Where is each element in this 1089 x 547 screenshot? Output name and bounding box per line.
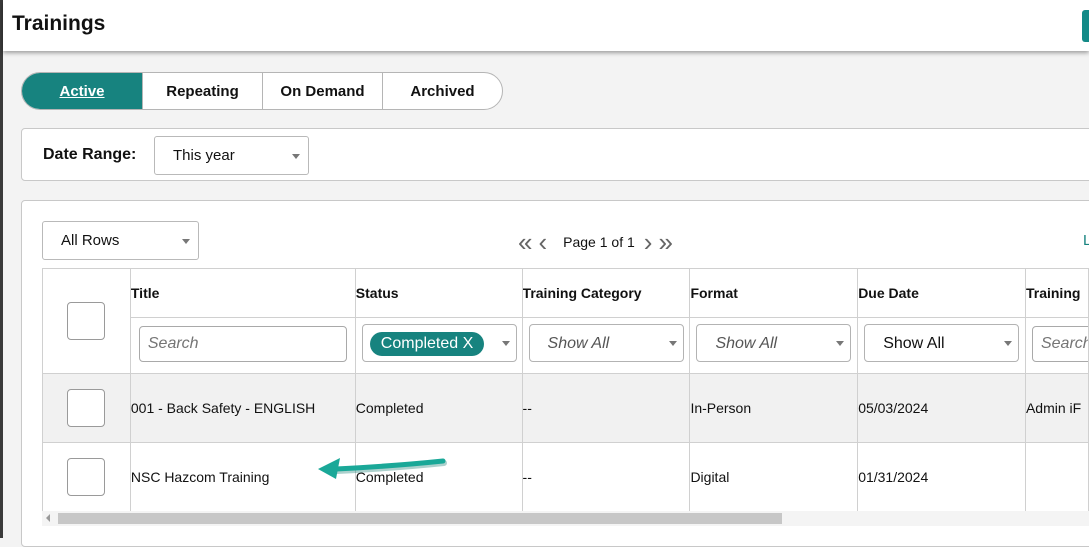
rows-selector-value: All Rows	[61, 232, 120, 249]
format-filter-cell: Show All	[689, 317, 859, 374]
category-filter-select[interactable]: Show All	[528, 324, 684, 362]
window-left-border	[0, 0, 3, 538]
cell-title[interactable]: 001 - Back Safety - ENGLISH	[129, 373, 356, 443]
tab-archived[interactable]: Archived	[383, 73, 502, 109]
cell-format: In-Person	[689, 373, 859, 443]
scrollbar-thumb[interactable]	[58, 513, 782, 524]
horizontal-scrollbar[interactable]	[42, 511, 1089, 526]
last-page-icon[interactable]: »	[658, 229, 672, 255]
chevron-down-icon	[1004, 341, 1013, 346]
row-checkbox[interactable]	[67, 389, 106, 427]
due-date-filter-select[interactable]: Show All	[864, 324, 1020, 362]
chevron-down-icon	[836, 341, 845, 346]
training-filter-cell	[1024, 317, 1089, 374]
status-filter-chip[interactable]: Completed X	[369, 332, 485, 356]
chevron-down-icon	[501, 341, 510, 346]
page-header: Trainings	[3, 0, 1089, 51]
format-filter-value: Show All	[715, 335, 778, 352]
cell-format: Digital	[689, 442, 859, 512]
date-range-select[interactable]: This year	[154, 136, 309, 175]
column-header-training-category[interactable]: Training Category	[521, 268, 691, 318]
table-row[interactable]: 001 - Back Safety - ENGLISH Completed --…	[42, 373, 1089, 443]
row-checkbox[interactable]	[67, 458, 106, 496]
chevron-down-icon	[292, 154, 300, 159]
date-range-value: This year	[173, 147, 235, 164]
cell-category: --	[521, 442, 691, 512]
select-all-checkbox[interactable]	[67, 302, 106, 340]
due-date-filter-value: Show All	[883, 335, 945, 352]
cell-status: Completed	[354, 373, 523, 443]
category-filter-cell: Show All	[521, 317, 691, 374]
status-filter-select[interactable]: Completed X	[361, 324, 517, 362]
column-header-status[interactable]: Status	[354, 268, 523, 318]
column-header-format[interactable]: Format	[689, 268, 859, 318]
cell-category: --	[521, 373, 691, 443]
trainings-table: Title Status Training Category Format Du…	[42, 268, 1089, 512]
format-filter-select[interactable]: Show All	[696, 324, 852, 362]
prev-page-icon[interactable]: ‹	[538, 229, 547, 255]
tab-on-demand[interactable]: On Demand	[263, 73, 383, 109]
training-tabs: Active Repeating On Demand Archived	[21, 72, 503, 110]
cell-training: Admin iF	[1024, 373, 1089, 443]
pager: « ‹ Page 1 of 1 › »	[518, 229, 673, 255]
filter-panel: Date Range: This year	[21, 128, 1089, 181]
title-filter-cell	[129, 317, 356, 374]
chevron-down-icon	[182, 239, 190, 244]
cell-training	[1024, 442, 1089, 512]
rows-selector[interactable]: All Rows	[42, 221, 199, 260]
row-select-cell	[42, 373, 131, 443]
header-action-button[interactable]	[1082, 10, 1089, 42]
column-header-due-date[interactable]: Due Date	[857, 268, 1026, 318]
tab-repeating[interactable]: Repeating	[143, 73, 263, 109]
tab-active[interactable]: Active	[22, 73, 143, 109]
row-select-cell	[42, 442, 131, 512]
scroll-left-icon[interactable]	[46, 514, 50, 522]
category-filter-value: Show All	[547, 335, 610, 352]
date-range-label: Date Range:	[43, 146, 137, 163]
cell-title[interactable]: NSC Hazcom Training	[129, 442, 356, 512]
status-filter-cell: Completed X	[354, 317, 523, 374]
grid-top-right-link[interactable]: L	[1083, 232, 1089, 249]
due-date-filter-cell: Show All	[857, 317, 1026, 374]
column-header-training[interactable]: Training	[1024, 268, 1089, 318]
title-search-input[interactable]	[138, 326, 347, 362]
first-page-icon[interactable]: «	[518, 229, 532, 255]
cell-due-date: 01/31/2024	[857, 442, 1026, 512]
training-search-input[interactable]	[1031, 326, 1088, 362]
column-header-title[interactable]: Title	[129, 268, 356, 318]
select-all-cell	[42, 268, 131, 374]
chevron-down-icon	[668, 341, 677, 346]
table-row[interactable]: NSC Hazcom Training Completed -- Digital…	[42, 442, 1089, 512]
page-title: Trainings	[12, 12, 106, 35]
cell-status: Completed	[354, 442, 523, 512]
next-page-icon[interactable]: ›	[644, 229, 653, 255]
page-indicator: Page 1 of 1	[563, 234, 635, 250]
cell-due-date: 05/03/2024	[857, 373, 1026, 443]
